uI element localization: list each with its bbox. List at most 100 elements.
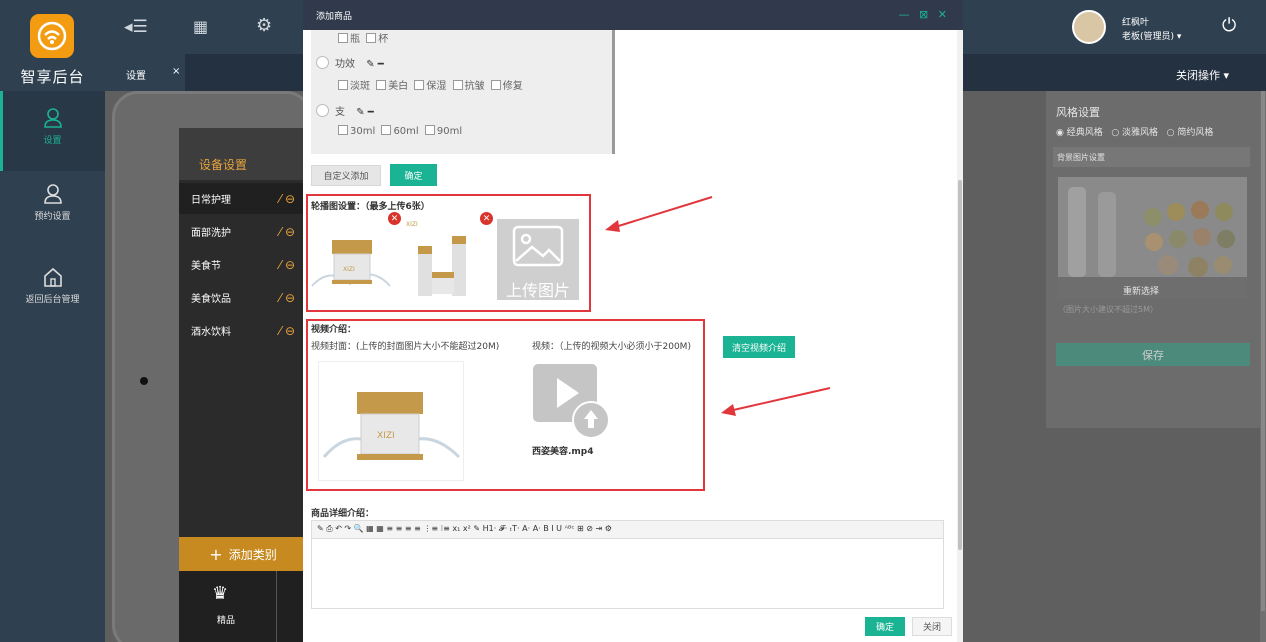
avatar[interactable] — [1072, 10, 1106, 44]
bg-image-preview — [1058, 177, 1247, 298]
menu-collapse-icon[interactable]: ◂☰ — [124, 17, 148, 37]
edit-remove-icons[interactable]: ⁄ ⊖ — [279, 225, 295, 239]
attr-name: 支 — [335, 107, 345, 118]
attr-option: 抗皱 — [464, 81, 485, 92]
attr-options-row[interactable]: 30ml 60ml 90ml — [338, 125, 462, 137]
style-options[interactable]: ◉ 经典风格 ○ 淡雅风格 ○ 简约风格 — [1056, 125, 1213, 138]
wifi-logo-icon — [37, 21, 67, 51]
carousel-image-1[interactable]: XIZI — [310, 216, 393, 300]
tab-close-icon[interactable]: × — [172, 66, 180, 77]
video-label: 视频：（上传的视频大小必须小于200M) — [532, 342, 691, 352]
upload-image-label: 上传图片 — [505, 281, 570, 300]
crown-icon: ♛ — [212, 583, 229, 604]
sidebar-item-label: 预约设置 — [34, 212, 71, 222]
category-item[interactable]: 美食节 ⁄ ⊖ — [179, 249, 307, 280]
edit-pencil-icon[interactable]: ✎ — [366, 59, 374, 70]
category-label: 面部洗护 — [191, 228, 231, 239]
category-label: 美食饮品 — [191, 294, 231, 305]
edit-remove-icons[interactable]: ⁄ ⊖ — [279, 324, 295, 338]
red-arrow-icon — [605, 196, 713, 232]
user-icon — [43, 184, 62, 204]
editor-toolbar-icons[interactable]: ✎ ⎙ ↶ ↷ 🔍 ▦ ▦ ≡ ≡ ≡ ≡ ⋮≡ ⁝≡ x₁ x² ✎ H1· … — [317, 524, 612, 533]
sidebar-item-back-admin[interactable]: 返回后台管理 — [0, 266, 105, 305]
carousel-image-2[interactable]: XIZI — [404, 216, 484, 300]
grid-icon[interactable]: ▦ — [193, 17, 208, 36]
minus-icon[interactable]: ━ — [368, 107, 374, 118]
category-item[interactable]: 美食饮品 ⁄ ⊖ — [179, 282, 307, 313]
attr-name-row: 功效 ✎ ━ — [316, 55, 384, 70]
style-option: 简约风格 — [1177, 128, 1214, 138]
page-scrollbar[interactable] — [1260, 91, 1266, 642]
checkbox[interactable] — [490, 80, 501, 90]
category-label: 日常护理 — [191, 195, 231, 206]
checkbox[interactable] — [338, 80, 348, 90]
video-file-name: 西姿美容.mp4 — [532, 447, 594, 457]
sidebar-item-booking[interactable]: 预约设置 — [0, 183, 105, 222]
rich-text-editor[interactable] — [311, 539, 944, 609]
user-role[interactable]: 老板(管理员) ▾ — [1122, 29, 1181, 42]
bottom-strip — [179, 571, 307, 642]
radio[interactable] — [316, 104, 329, 117]
custom-add-button[interactable]: 自定义添加 — [311, 165, 381, 186]
attr-name-row: 支 ✎ ━ — [316, 103, 374, 118]
upload-image-button[interactable]: 上传图片 — [497, 219, 579, 300]
sidebar-item-settings[interactable]: 设置 — [0, 91, 105, 171]
edit-pencil-icon[interactable]: ✎ — [356, 107, 364, 118]
close-ops-label: 关闭操作 — [1176, 69, 1220, 82]
edit-remove-icons[interactable]: ⁄ ⊖ — [279, 291, 295, 305]
attr-options-row[interactable]: 淡斑 美白 保湿 抗皱 修复 — [338, 77, 523, 92]
cover-label: 视频封面：(上传的封面图片大小不能超过20M) — [311, 342, 500, 352]
edit-remove-icons[interactable]: ⁄ ⊖ — [279, 258, 295, 272]
user-role-text: 老板(管理员) — [1122, 32, 1175, 42]
video-upload-icon[interactable] — [533, 364, 611, 440]
checkbox[interactable] — [366, 33, 377, 43]
delete-image-icon[interactable]: ✕ — [388, 212, 401, 225]
checkbox[interactable] — [424, 125, 435, 135]
category-item[interactable]: 日常护理 ⁄ ⊖ — [179, 183, 307, 214]
svg-text:XIZI: XIZI — [377, 431, 395, 441]
cream-jar-image: XIZI — [322, 392, 461, 460]
phone-dot — [140, 377, 148, 385]
svg-text:XIZI: XIZI — [406, 221, 418, 228]
attr-option: 保湿 — [426, 81, 447, 92]
category-item[interactable]: 面部洗护 ⁄ ⊖ — [179, 216, 307, 247]
checkbox[interactable] — [338, 125, 348, 135]
checkbox[interactable] — [376, 80, 387, 90]
checkbox[interactable] — [338, 33, 348, 43]
cream-bottles-image: XIZI — [406, 221, 466, 296]
editor-toolbar[interactable]: ✎ ⎙ ↶ ↷ 🔍 ▦ ▦ ≡ ≡ ≡ ≡ ⋮≡ ⁝≡ x₁ x² ✎ H1· … — [311, 520, 944, 539]
close-button[interactable]: 关闭 — [912, 617, 952, 636]
attr-confirm-button[interactable]: 确定 — [390, 164, 437, 186]
add-category-button[interactable]: + 添加类别 — [179, 537, 307, 571]
ok-button[interactable]: 确定 — [865, 617, 905, 636]
user-icon — [43, 108, 62, 128]
edit-remove-icons[interactable]: ⁄ ⊖ — [279, 192, 295, 206]
radio[interactable] — [316, 56, 329, 69]
attr-options-row[interactable]: 瓶 杯 — [338, 30, 388, 45]
checkbox[interactable] — [381, 125, 392, 135]
checkbox[interactable] — [452, 80, 463, 90]
carousel-label: 轮播图设置：（最多上传6张） — [311, 202, 430, 212]
gear-icon[interactable]: ⚙ — [256, 15, 272, 36]
delete-image-icon[interactable]: ✕ — [480, 212, 493, 225]
power-icon[interactable]: ⏻ — [1222, 15, 1236, 36]
checkbox[interactable] — [414, 80, 425, 90]
minus-icon[interactable]: ━ — [378, 59, 384, 70]
video-cover-image[interactable]: XIZI — [318, 361, 464, 481]
svg-text:XIZI: XIZI — [343, 266, 355, 273]
attr-option: 杯 — [378, 34, 389, 45]
modal-window-controls[interactable]: — ⊠ ✕ — [899, 8, 950, 21]
red-arrow-icon — [721, 387, 831, 416]
app-logo — [30, 14, 74, 58]
category-item[interactable]: 酒水饮料 ⁄ ⊖ — [179, 315, 307, 346]
attr-option: 淡斑 — [350, 81, 370, 92]
reselect-button[interactable]: 重新选择 — [1123, 284, 1159, 297]
image-placeholder-icon — [512, 225, 564, 267]
attr-option: 修复 — [502, 81, 523, 92]
bg-image-label: 背景图片设置 — [1053, 147, 1250, 167]
modal-scrollbar[interactable] — [957, 30, 963, 642]
style-option: 经典风格 — [1066, 128, 1103, 138]
close-operations-button[interactable]: 关闭操作 ▾ — [1176, 67, 1229, 83]
save-button[interactable]: 保存 — [1056, 343, 1250, 366]
clear-video-button[interactable]: 清空视频介绍 — [723, 336, 795, 358]
